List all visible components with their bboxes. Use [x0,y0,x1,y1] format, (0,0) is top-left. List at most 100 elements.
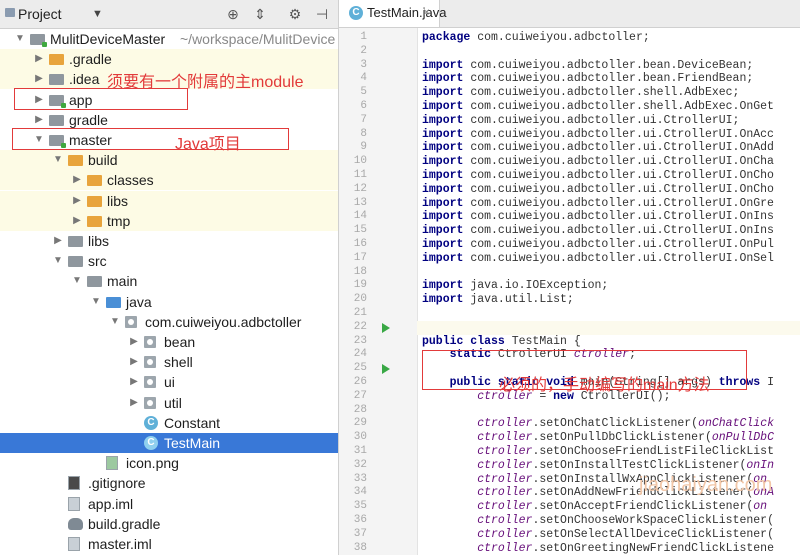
tree-item[interactable]: ▶ ui [0,372,338,392]
code-token: com.cuiweiyou.adbctoller.ui.CtrollerUI.O… [470,210,774,224]
tree-item[interactable]: ▶ bean [0,332,338,352]
tree-item-label: main [107,273,138,290]
line-number: 32 [353,458,367,471]
close-icon[interactable]: × [423,5,430,19]
tree-item[interactable]: ▶ .gradle [0,49,338,70]
tree-item[interactable]: ▼ java [0,292,338,312]
code-token: import [422,251,471,265]
folder-gray-icon [49,114,64,126]
code-token: import [422,58,471,72]
module-folder-icon [30,34,47,47]
line-number: 33 [353,472,367,485]
chevron-down-icon[interactable]: ▼ [71,271,83,291]
code-token: .setOnChatClickListener( [532,417,699,431]
chevron-right-icon[interactable]: ▶ [33,49,45,69]
tree-item[interactable]: ▶ classes [0,170,338,191]
package-icon [144,336,156,348]
code-line: import com.cuiweiyou.adbctoller.ui.Ctrol… [422,114,800,128]
tree-item[interactable]: ▶ tmp [0,210,338,231]
tab-testmain[interactable]: C TestMain.java × [339,0,446,27]
code-token: com.cuiweiyou.adbctoller.ui.CtrollerUI.O… [470,196,774,210]
locate-icon[interactable]: ⊕ [223,4,243,24]
chevron-right-icon[interactable]: ▶ [33,69,45,89]
code-line: import com.cuiweiyou.adbctoller.bean.Dev… [422,59,800,73]
tree-item[interactable]: ▶ gradle [0,110,338,130]
code-line: import com.cuiweiyou.adbctoller.ui.Ctrol… [422,197,800,211]
line-number: 25 [353,362,367,375]
code-line: import com.cuiweiyou.adbctoller.ui.Ctrol… [422,224,800,238]
run-icon[interactable] [382,364,390,375]
tree-item-label: .gradle [69,51,112,68]
line-number: 3 [360,58,367,71]
code-token: import [422,279,471,293]
tree-item[interactable]: ▶ libs [0,231,338,251]
gradle-icon [68,517,83,530]
code-line: ctroller.setOnInstallTestClickListener(o… [422,459,800,473]
code-token: .setOnGreetingNewFriendClickListene [532,541,774,555]
chevron-right-icon[interactable]: ▶ [71,170,83,190]
code-token: import [422,155,471,169]
line-number: 4 [360,72,367,85]
folder-gray-icon [87,276,102,288]
chevron-right-icon[interactable]: ▶ [128,393,140,413]
tree-item-label: ui [164,374,175,391]
code-token: com.cuiweiyou.adbctoller.bean.FriendBean… [470,72,754,86]
project-view-title[interactable]: Project [18,6,62,22]
tree-item[interactable]: C TestMain [0,433,338,453]
chevron-down-icon[interactable]: ▼ [109,312,121,332]
line-number: 10 [353,155,367,168]
line-number: 2 [360,44,367,57]
chevron-down-icon[interactable]: ▼ [90,292,102,312]
chevron-right-icon[interactable]: ▶ [71,211,83,231]
chevron-right-icon[interactable]: ▶ [128,352,140,372]
gear-icon[interactable]: ⚙ [285,4,305,24]
run-icon[interactable] [382,322,390,333]
code-line: ctroller.setOnChooseFriendListFileClickL… [422,445,800,459]
chevron-down-icon[interactable]: ▼ [92,8,103,20]
tree-item-label: .idea [69,71,100,88]
code-token: com.cuiweiyou.adbctoller.ui.CtrollerUI.O… [470,251,774,265]
folder-blue-icon [106,296,121,308]
tree-item[interactable]: icon.png [0,453,338,473]
tree-item[interactable]: .gitignore [0,473,338,493]
tree-item-label: build [88,152,118,169]
tree-item[interactable]: master.iml [0,534,338,554]
chevron-right-icon[interactable]: ▶ [128,332,140,352]
tree-item[interactable]: ▼ MulitDeviceMaster ~/workspace/MulitDevic… [0,29,338,49]
tree-item-label: java [126,293,152,310]
code-line: ctroller.setOnChatClickListener(onChatCl… [422,417,800,431]
line-number: 6 [360,100,367,112]
tree-item[interactable]: ▼ build [0,150,338,171]
collapse-all-icon[interactable]: ⇕ [250,4,270,24]
code-token: import [422,293,471,307]
code-token: com.cuiweiyou.adbctoller.ui.CtrollerUI.O… [470,127,774,141]
line-number: 22 [353,320,367,333]
code-line: import com.cuiweiyou.adbctoller.shell.Ad… [422,86,800,100]
tree-item[interactable]: ▶ libs [0,190,338,211]
chevron-right-icon[interactable]: ▶ [128,372,140,392]
chevron-right-icon[interactable]: ▶ [52,231,64,251]
tree-item[interactable]: app.iml [0,494,338,514]
chevron-down-icon[interactable]: ▼ [52,251,64,271]
tree-item[interactable]: ▼ com.cuiweiyou.adbctoller [0,312,338,332]
package-icon [144,376,156,389]
tree-item[interactable]: C Constant [0,413,338,433]
tree-item[interactable]: ▼ main [0,271,338,291]
tree-item-label: TestMain [164,435,221,451]
chevron-down-icon[interactable]: ▼ [52,150,64,170]
tree-item[interactable]: build.gradle [0,514,338,534]
code-token: ctroller [477,458,533,472]
tree-item-label: libs [107,192,129,209]
chevron-right-icon[interactable]: ▶ [71,191,83,211]
tree-item[interactable]: ▶ util [0,393,338,413]
hide-panel-icon[interactable]: ⊣ [312,4,332,24]
code-token: import [422,113,471,127]
folder-gray-icon [49,74,64,86]
code-line: import com.cuiweiyou.adbctoller.ui.Ctrol… [422,252,800,266]
chevron-down-icon[interactable]: ▼ [14,29,26,49]
tree-item[interactable]: ▼ src [0,251,338,271]
chevron-right-icon[interactable]: ▶ [33,110,45,130]
tree-item[interactable]: ▶ shell [0,352,338,372]
